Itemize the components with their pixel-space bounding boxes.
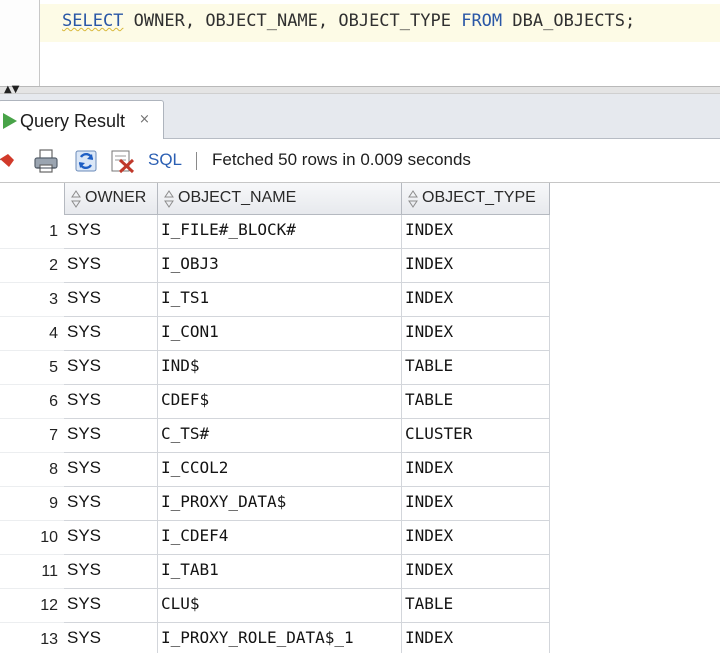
tab-label: Query Result <box>20 111 126 131</box>
export-excel-icon[interactable] <box>108 148 136 174</box>
cell-object-type[interactable]: TABLE <box>402 351 550 385</box>
result-tabstrip: Query Result × <box>0 94 720 140</box>
cell-owner[interactable]: SYS <box>64 215 158 249</box>
cell-object-name[interactable]: I_FILE#_BLOCK# <box>158 215 402 249</box>
column-header-owner[interactable]: OWNER <box>64 183 158 215</box>
fetch-status: Fetched 50 rows in 0.009 seconds <box>212 150 471 169</box>
print-icon[interactable] <box>32 148 60 174</box>
column-header-label: OWNER <box>85 189 147 206</box>
pin-icon[interactable] <box>0 151 18 171</box>
cell-object-name[interactable]: I_CCOL2 <box>158 453 402 487</box>
cell-object-type[interactable]: INDEX <box>402 487 550 521</box>
sort-icon[interactable] <box>164 189 174 209</box>
sort-icon[interactable] <box>408 189 418 209</box>
sql-keyword-from: FROM <box>461 11 503 31</box>
column-header-label: OBJECT_TYPE <box>422 189 536 206</box>
cell-owner[interactable]: SYS <box>64 419 158 453</box>
sql-table: DBA_OBJECTS; <box>512 11 636 31</box>
row-number: 12 <box>0 589 64 623</box>
table-row[interactable]: 3 SYS I_TS1 INDEX <box>0 283 550 317</box>
cell-object-name[interactable]: CDEF$ <box>158 385 402 419</box>
table-row[interactable]: 1 SYS I_FILE#_BLOCK# INDEX <box>0 215 550 249</box>
tab-query-result[interactable]: Query Result × <box>0 100 164 140</box>
table-row[interactable]: 5 SYS IND$ TABLE <box>0 351 550 385</box>
table-row[interactable]: 13 SYS I_PROXY_ROLE_DATA$_1 INDEX <box>0 623 550 653</box>
tab-close-icon[interactable]: × <box>139 112 150 127</box>
cell-owner[interactable]: SYS <box>64 317 158 351</box>
table-row[interactable]: 9 SYS I_PROXY_DATA$ INDEX <box>0 487 550 521</box>
collapse-arrow-icon[interactable]: ▲▼ <box>4 85 19 95</box>
cell-owner[interactable]: SYS <box>64 555 158 589</box>
cell-object-name[interactable]: I_CDEF4 <box>158 521 402 555</box>
cell-object-name[interactable]: IND$ <box>158 351 402 385</box>
cell-object-name[interactable]: CLU$ <box>158 589 402 623</box>
cell-object-type[interactable]: TABLE <box>402 589 550 623</box>
result-toolbar: SQL Fetched 50 rows in 0.009 seconds <box>0 139 720 183</box>
cell-owner[interactable]: SYS <box>64 249 158 283</box>
cell-object-type[interactable]: INDEX <box>402 283 550 317</box>
cell-object-name[interactable]: I_PROXY_DATA$ <box>158 487 402 521</box>
toolbar-divider <box>196 152 197 170</box>
cell-owner[interactable]: SYS <box>64 351 158 385</box>
cell-owner[interactable]: SYS <box>64 385 158 419</box>
table-row[interactable]: 6 SYS CDEF$ TABLE <box>0 385 550 419</box>
sql-keyword-select: SELECT <box>62 11 124 31</box>
row-number: 6 <box>0 385 64 419</box>
cell-owner[interactable]: SYS <box>64 487 158 521</box>
cell-object-type[interactable]: INDEX <box>402 555 550 589</box>
sort-icon[interactable] <box>71 189 81 209</box>
row-number: 11 <box>0 555 64 589</box>
row-number: 9 <box>0 487 64 521</box>
table-row[interactable]: 4 SYS I_CON1 INDEX <box>0 317 550 351</box>
cell-object-type[interactable]: INDEX <box>402 317 550 351</box>
row-number: 13 <box>0 623 64 653</box>
cell-object-type[interactable]: CLUSTER <box>402 419 550 453</box>
sql-statement[interactable]: SELECT OWNER, OBJECT_NAME, OBJECT_TYPE F… <box>62 11 635 31</box>
column-header-label: OBJECT_NAME <box>178 189 297 206</box>
table-row[interactable]: 10 SYS I_CDEF4 INDEX <box>0 521 550 555</box>
sql-columns: OWNER, OBJECT_NAME, OBJECT_TYPE <box>133 11 451 31</box>
cell-owner[interactable]: SYS <box>64 623 158 653</box>
pane-splitter[interactable]: ▲▼ <box>0 85 720 95</box>
column-header-object-type[interactable]: OBJECT_TYPE <box>402 183 550 215</box>
table-row[interactable]: 11 SYS I_TAB1 INDEX <box>0 555 550 589</box>
cell-object-type[interactable]: INDEX <box>402 453 550 487</box>
cell-object-name[interactable]: I_OBJ3 <box>158 249 402 283</box>
cell-object-type[interactable]: INDEX <box>402 521 550 555</box>
sql-editor[interactable]: SELECT OWNER, OBJECT_NAME, OBJECT_TYPE F… <box>0 0 720 86</box>
cell-owner[interactable]: SYS <box>64 453 158 487</box>
column-header-object-name[interactable]: OBJECT_NAME <box>158 183 402 215</box>
cell-object-name[interactable]: I_TAB1 <box>158 555 402 589</box>
row-number: 7 <box>0 419 64 453</box>
cell-object-name[interactable]: I_PROXY_ROLE_DATA$_1 <box>158 623 402 653</box>
row-number: 3 <box>0 283 64 317</box>
table-row[interactable]: 2 SYS I_OBJ3 INDEX <box>0 249 550 283</box>
cell-object-type[interactable]: INDEX <box>402 623 550 653</box>
table-row[interactable]: 12 SYS CLU$ TABLE <box>0 589 550 623</box>
cell-object-type[interactable]: INDEX <box>402 215 550 249</box>
cell-object-name[interactable]: I_CON1 <box>158 317 402 351</box>
cell-object-type[interactable]: INDEX <box>402 249 550 283</box>
cell-owner[interactable]: SYS <box>64 589 158 623</box>
editor-gutter <box>0 0 40 86</box>
row-number: 8 <box>0 453 64 487</box>
row-number: 2 <box>0 249 64 283</box>
table-row[interactable]: 7 SYS C_TS# CLUSTER <box>0 419 550 453</box>
cell-owner[interactable]: SYS <box>64 521 158 555</box>
run-triangle-icon <box>3 113 17 129</box>
row-number: 5 <box>0 351 64 385</box>
cell-object-name[interactable]: C_TS# <box>158 419 402 453</box>
row-number: 1 <box>0 215 64 249</box>
table-row[interactable]: 8 SYS I_CCOL2 INDEX <box>0 453 550 487</box>
sql-link[interactable]: SQL <box>148 150 182 170</box>
cell-object-type[interactable]: TABLE <box>402 385 550 419</box>
row-number: 10 <box>0 521 64 555</box>
row-number: 4 <box>0 317 64 351</box>
cell-object-name[interactable]: I_TS1 <box>158 283 402 317</box>
refresh-icon[interactable] <box>72 148 100 174</box>
cell-owner[interactable]: SYS <box>64 283 158 317</box>
